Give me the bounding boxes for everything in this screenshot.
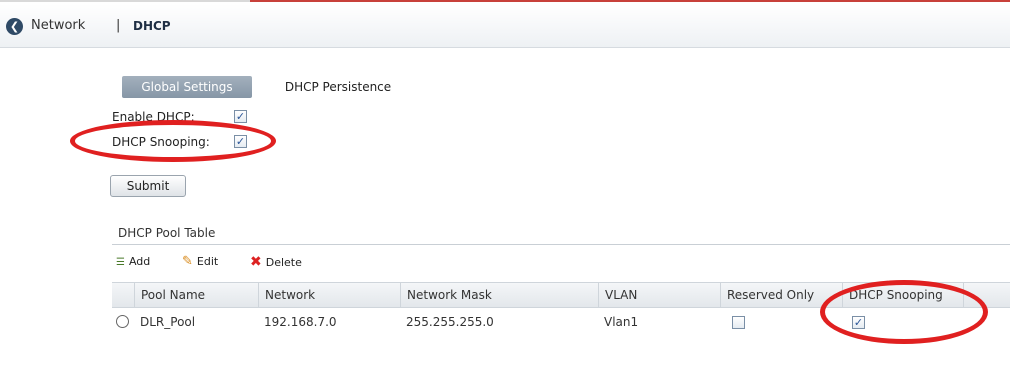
edit-label: Edit: [196, 255, 219, 268]
edit-button[interactable]: ✎ Edit: [182, 252, 218, 272]
page-title: DHCP: [133, 19, 171, 33]
column-header-network[interactable]: Network: [258, 283, 400, 307]
breadcrumb: ❮ Network | DHCP: [0, 4, 1010, 48]
column-header-pool-name[interactable]: Pool Name: [134, 283, 258, 307]
add-icon: ☰: [116, 257, 125, 268]
cell-network-mask: 255.255.255.0: [406, 315, 494, 329]
tab-dhcp-persistence[interactable]: DHCP Persistence: [268, 76, 408, 98]
delete-label: Delete: [265, 256, 302, 269]
reserved-only-checkbox[interactable]: ✓: [732, 316, 745, 329]
pencil-icon: ✎: [182, 254, 193, 269]
cell-vlan: Vlan1: [604, 315, 639, 329]
cell-pool-name: DLR_Pool: [140, 315, 196, 329]
delete-button[interactable]: ✖ Delete: [250, 252, 302, 272]
divider: [112, 244, 1010, 245]
annotation-ellipse-snooping-column: [820, 280, 988, 344]
delete-x-icon: ✖: [250, 254, 262, 270]
breadcrumb-separator: |: [116, 18, 121, 33]
add-button[interactable]: ☰ Add: [116, 252, 150, 272]
tab-global-settings[interactable]: Global Settings: [122, 76, 252, 98]
back-arrow-icon[interactable]: ❮: [6, 18, 23, 35]
submit-button[interactable]: Submit: [110, 175, 186, 197]
dhcp-pool-table-title: DHCP Pool Table: [118, 226, 216, 240]
column-header-network-mask[interactable]: Network Mask: [400, 283, 598, 307]
top-accent-line: [0, 0, 1010, 2]
breadcrumb-network-link[interactable]: Network: [31, 18, 85, 33]
cell-network: 192.168.7.0: [264, 315, 337, 329]
add-label: Add: [128, 255, 151, 268]
column-header-vlan[interactable]: VLAN: [598, 283, 720, 307]
annotation-ellipse-snooping-setting: [70, 120, 276, 162]
row-select-radio[interactable]: [116, 315, 129, 328]
enable-dhcp-checkbox[interactable]: ✓: [234, 110, 247, 123]
